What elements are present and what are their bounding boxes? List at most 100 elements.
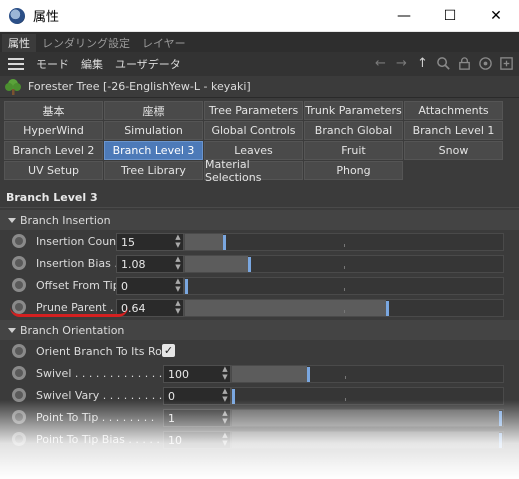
animate-radio-icon[interactable] [12, 432, 26, 446]
slider-fill [185, 234, 223, 250]
param-label: Point To Tip Bias . . . . . [36, 433, 160, 446]
slider-tick [345, 398, 346, 401]
offset-from-tip-slider[interactable] [184, 277, 504, 295]
param-label: Insertion Bias . [36, 257, 118, 270]
animate-radio-icon[interactable] [12, 234, 26, 248]
spinner-arrows-icon[interactable]: ▲ ▼ [173, 277, 183, 295]
swivel-slider[interactable] [231, 365, 504, 383]
animate-radio-icon[interactable] [12, 366, 26, 380]
tab-render-settings[interactable]: レンダリング設定 [36, 34, 136, 52]
target-icon[interactable] [477, 55, 494, 72]
hamburger-menu-icon[interactable] [8, 58, 24, 70]
object-name: Forester Tree [-26-EnglishYew-L - keyaki… [28, 80, 251, 93]
cinema4d-app-icon [9, 7, 25, 24]
spinner-arrows-icon[interactable]: ▲ ▼ [220, 431, 230, 449]
slider-knob[interactable] [307, 367, 310, 382]
point-to-tip-bias-slider[interactable] [231, 431, 504, 449]
slider-knob[interactable] [223, 235, 226, 250]
minimize-button[interactable]: — [381, 0, 427, 32]
menu-bar: モード 編集 ユーザデータ ← → ↑ [0, 52, 519, 76]
tab-branch-level-1[interactable]: Branch Level 1 [404, 121, 503, 140]
lock-icon[interactable] [456, 55, 473, 72]
close-button[interactable]: ✕ [473, 0, 519, 32]
tab-phong[interactable]: Phong [304, 161, 403, 180]
param-insertion-count: Insertion Count 15 ▲ ▼ [0, 231, 519, 252]
slider-tick [344, 266, 345, 269]
slider-fill [232, 432, 499, 448]
red-underline-annotation [10, 307, 128, 317]
slider-tick [345, 376, 346, 379]
tree-icon [5, 78, 21, 95]
tab-simulation[interactable]: Simulation [104, 121, 203, 140]
tab-tree-library[interactable]: Tree Library [104, 161, 203, 180]
param-point-to-tip: Point To Tip . . . . . . . . 1 ▲ ▼ [0, 407, 519, 428]
tab-basic[interactable]: 基本 [4, 101, 103, 120]
tab-branch-level-3[interactable]: Branch Level 3 [104, 141, 203, 160]
tab-material-selections[interactable]: Material Selections [204, 158, 303, 184]
tab-snow[interactable]: Snow [404, 141, 503, 160]
slider-fill [232, 410, 499, 426]
attributes-panel: 属性 レンダリング設定 レイヤー モード 編集 ユーザデータ ← → ↑ For… [0, 32, 519, 479]
slider-knob[interactable] [386, 301, 389, 316]
window-controls: — ☐ ✕ [381, 0, 519, 32]
spinner-arrows-icon[interactable]: ▲ ▼ [220, 409, 230, 427]
param-label: Insertion Count [36, 235, 121, 248]
animate-radio-icon[interactable] [12, 388, 26, 402]
slider-knob[interactable] [248, 257, 251, 272]
insertion-count-slider[interactable] [184, 233, 504, 251]
menu-edit[interactable]: 編集 [81, 56, 103, 72]
slider-tick [344, 310, 345, 313]
attribute-tab-grid: 基本 座標 Tree Parameters Trunk Parameters A… [0, 98, 519, 184]
search-icon[interactable] [435, 55, 452, 72]
slider-knob[interactable] [185, 279, 188, 294]
param-point-to-tip-bias: Point To Tip Bias . . . . . 10 ▲ ▼ [0, 429, 519, 450]
tab-branch-global[interactable]: Branch Global [304, 121, 403, 140]
slider-knob[interactable] [232, 389, 235, 404]
maximize-button[interactable]: ☐ [427, 0, 473, 32]
menu-mode[interactable]: モード [36, 56, 69, 72]
spinner-arrows-icon[interactable]: ▲ ▼ [220, 365, 230, 383]
insertion-bias-slider[interactable] [184, 255, 504, 273]
group-branch-insertion[interactable]: Branch Insertion [0, 210, 519, 230]
tab-attachments[interactable]: Attachments [404, 101, 503, 120]
arrow-up-icon[interactable]: ↑ [414, 55, 431, 72]
tab-trunk-parameters[interactable]: Trunk Parameters [304, 101, 403, 120]
window-title: 属性 [33, 10, 60, 25]
panel-tab-bar: 属性 レンダリング設定 レイヤー [0, 32, 519, 52]
swivel-vary-slider[interactable] [231, 387, 504, 405]
section-title: Branch Level 3 [0, 188, 519, 208]
group-branch-orientation[interactable]: Branch Orientation [0, 320, 519, 340]
slider-fill [185, 256, 248, 272]
tab-layers[interactable]: レイヤー [136, 34, 192, 52]
param-insertion-bias: Insertion Bias . 1.08 ▲ ▼ [0, 253, 519, 274]
toolbar-icons: ← → ↑ [372, 55, 515, 72]
spinner-arrows-icon[interactable]: ▲ ▼ [220, 387, 230, 405]
param-orient-to-root: Orient Branch To Its Root ✓ [0, 341, 519, 362]
arrow-left-icon[interactable]: ← [372, 55, 389, 72]
point-to-tip-slider[interactable] [231, 409, 504, 427]
add-icon[interactable] [498, 55, 515, 72]
spinner-arrows-icon[interactable]: ▲ ▼ [173, 299, 183, 317]
slider-knob[interactable] [499, 433, 502, 448]
animate-radio-icon[interactable] [12, 278, 26, 292]
animate-radio-icon[interactable] [12, 256, 26, 270]
prune-parent-slider[interactable] [184, 299, 504, 317]
spinner-arrows-icon[interactable]: ▲ ▼ [173, 233, 183, 251]
tab-hyperwind[interactable]: HyperWind [4, 121, 103, 140]
tab-coordinates[interactable]: 座標 [104, 101, 203, 120]
animate-radio-icon[interactable] [12, 344, 26, 358]
orient-to-root-checkbox[interactable]: ✓ [162, 344, 175, 357]
tab-attributes[interactable]: 属性 [2, 34, 36, 52]
spinner-arrows-icon[interactable]: ▲ ▼ [173, 255, 183, 273]
tab-tree-parameters[interactable]: Tree Parameters [204, 101, 303, 120]
param-offset-from-tip: Offset From Tip 0 ▲ ▼ [0, 275, 519, 296]
animate-radio-icon[interactable] [12, 410, 26, 424]
tab-global-controls[interactable]: Global Controls [204, 121, 303, 140]
collapse-triangle-icon [8, 327, 16, 333]
tab-uv-setup[interactable]: UV Setup [4, 161, 103, 180]
slider-knob[interactable] [499, 411, 502, 426]
tab-branch-level-2[interactable]: Branch Level 2 [4, 141, 103, 160]
tab-fruit[interactable]: Fruit [304, 141, 403, 160]
menu-user-data[interactable]: ユーザデータ [115, 56, 181, 72]
arrow-right-icon[interactable]: → [393, 55, 410, 72]
